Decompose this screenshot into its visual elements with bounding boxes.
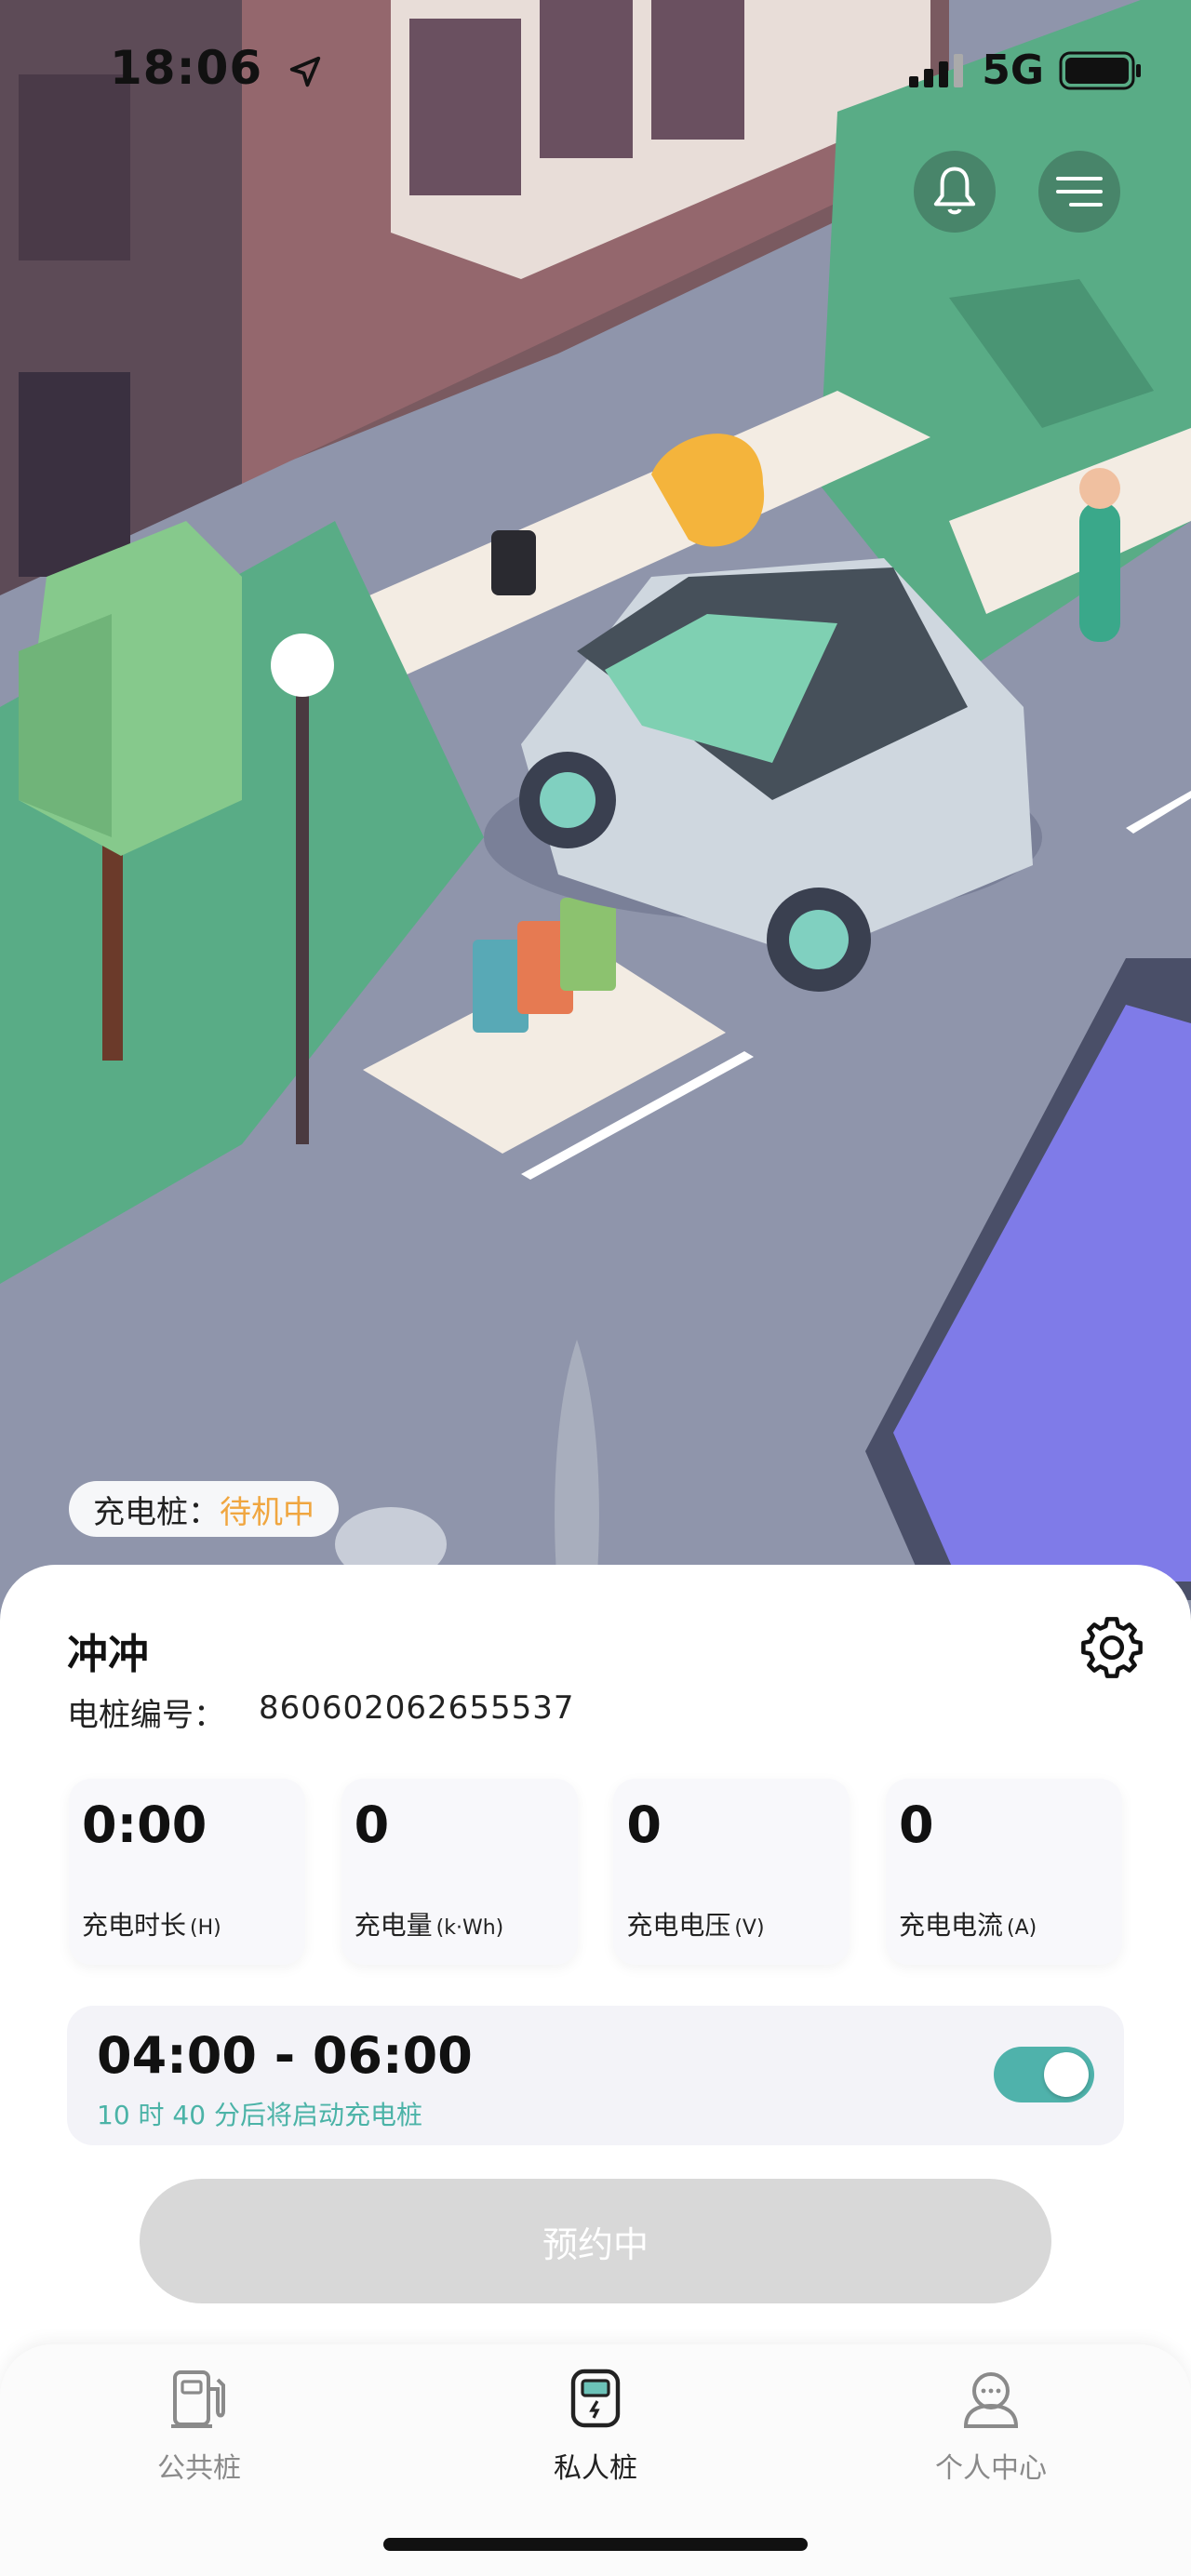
serial-label: 电桩编号： [67,1697,225,1734]
scene-illustration [0,0,1191,1600]
schedule-toggle[interactable] [994,2047,1094,2102]
home-indicator [383,2538,808,2551]
notification-button[interactable] [914,151,996,233]
stat-value: 0:00 [82,1795,207,1854]
stat-card-energy: 0 充电量 (k·Wh) [341,1779,578,1965]
stat-value: 0 [626,1795,662,1854]
schedule-card[interactable]: 04:00 - 06:00 10 时 40 分后将启动充电桩 [67,2006,1124,2145]
stat-value: 0 [354,1795,390,1854]
stat-card-voltage: 0 充电电压 (V) [613,1779,850,1965]
tab-profile[interactable]: 个人中心 [870,2365,1112,2504]
stat-label: 充电电压 (V) [626,1910,765,1941]
gas-pump-icon [166,2365,233,2432]
bell-icon [933,167,976,215]
gear-icon [1081,1617,1143,1678]
toggle-knob [1044,2052,1089,2097]
stat-value: 0 [898,1795,934,1854]
serial-value: 860602062655537 [259,1689,575,1727]
tab-label: 公共桩 [157,2452,241,2485]
status-bar: 18:06 5G [0,0,1191,140]
status-indicators: 5G [909,47,1143,94]
network-label: 5G [982,47,1044,94]
signal-bars-icon [909,53,964,87]
device-name: 冲冲 [67,1631,149,1678]
tab-public-charger[interactable]: 公共桩 [78,2365,320,2504]
charger-status-label: 充电桩： [93,1493,220,1531]
stat-label: 充电电流 (A) [898,1910,1037,1941]
stat-card-duration: 0:00 充电时长 (H) [69,1779,305,1965]
reserve-button[interactable]: 预约中 [140,2179,1051,2303]
schedule-hint: 10 时 40 分后将启动充电桩 [97,2100,422,2130]
user-chat-icon [957,2365,1024,2432]
serial-row: 电桩编号： 860602062655537 [67,1689,574,1735]
stats-grid: 0:00 充电时长 (H) 0 充电量 (k·Wh) 0 充电电压 (V) 0 充电电… [69,1779,1122,1965]
tab-label: 私人桩 [554,2452,637,2485]
schedule-time-range: 04:00 - 06:00 [97,2026,473,2085]
stat-label: 充电量 (k·Wh) [354,1910,504,1941]
menu-button[interactable] [1038,151,1120,233]
charger-status-value: 待机中 [220,1493,314,1531]
battery-icon [1059,51,1141,89]
app-screen: 18:06 5G 充电桩： 待机中 冲冲 电桩编号： 8606020626555… [0,0,1191,2576]
stat-label: 充电时长 (H) [82,1910,221,1941]
settings-button[interactable] [1077,1613,1146,1682]
stat-card-current: 0 充电电流 (A) [885,1779,1122,1965]
charger-status-pill: 充电桩： 待机中 [69,1481,339,1537]
tab-label: 个人中心 [935,2452,1047,2485]
tab-private-charger[interactable]: 私人桩 [475,2365,716,2504]
location-arrow-icon [289,56,320,87]
status-time: 18:06 [110,41,323,95]
menu-icon [1056,177,1103,207]
charger-device-icon [562,2365,629,2432]
